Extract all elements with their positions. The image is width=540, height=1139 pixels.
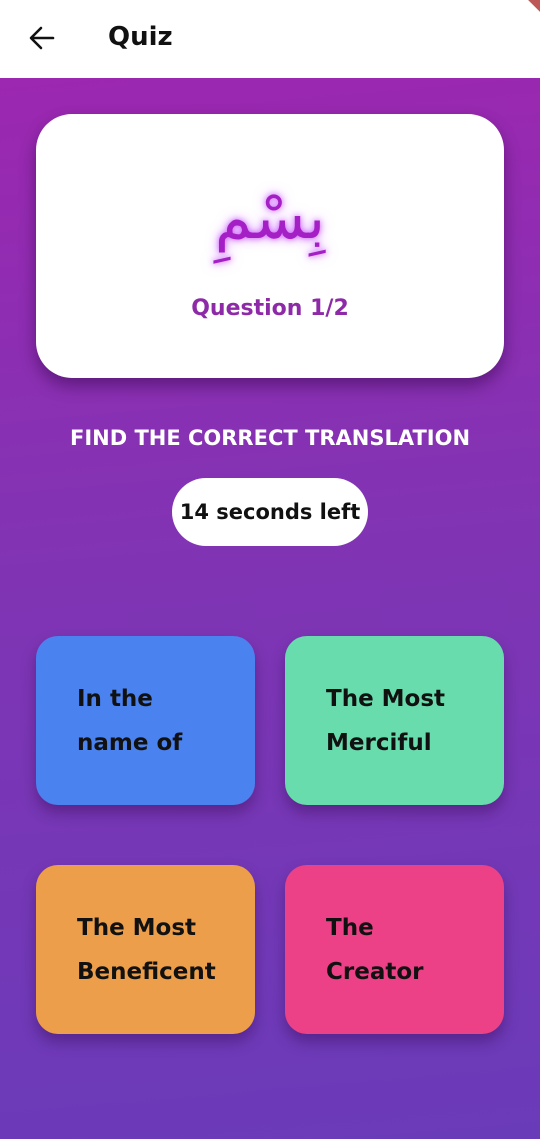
app-bar: Quiz — [0, 0, 540, 78]
instruction-text: FIND THE CORRECT TRANSLATION — [69, 426, 471, 450]
timer-text: 14 seconds left — [179, 500, 361, 524]
answer-option-the-creator[interactable]: The Creator — [285, 865, 504, 1034]
page-title: Quiz — [108, 22, 173, 52]
quiz-screen: بِسْمِ Question 1/2 FIND THE CORRECT TRA… — [0, 78, 540, 1139]
answer-option-the-most-beneficent[interactable]: The Most Beneficent — [36, 865, 255, 1034]
option-label: The Most Merciful — [326, 685, 446, 756]
option-label: The Most Beneficent — [77, 914, 216, 985]
back-button[interactable] — [22, 18, 62, 58]
arabic-word: بِسْمِ — [214, 183, 326, 253]
answer-option-in-the-name-of[interactable]: In the name of — [36, 636, 255, 805]
question-counter: Question 1/2 — [191, 296, 349, 321]
answer-option-the-most-merciful[interactable]: The Most Merciful — [285, 636, 504, 805]
option-label: In the name of — [77, 685, 183, 756]
timer-badge: 14 seconds left — [172, 478, 368, 546]
arrow-left-icon — [29, 26, 55, 50]
option-label: The Creator — [326, 914, 424, 985]
word-card: بِسْمِ Question 1/2 — [36, 114, 504, 378]
debug-banner — [512, 0, 540, 28]
